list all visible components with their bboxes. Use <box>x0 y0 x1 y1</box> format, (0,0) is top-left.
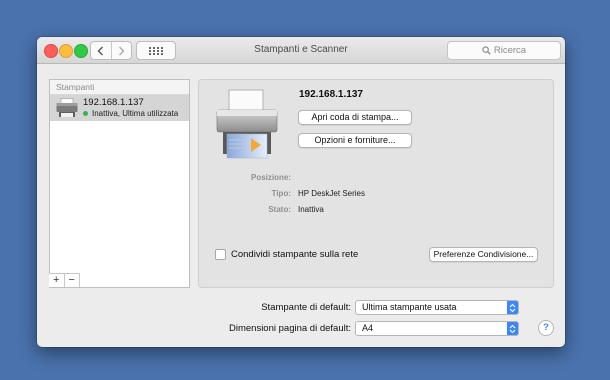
share-printer-option[interactable]: Condividi stampante sulla rete <box>215 249 358 260</box>
default-printer-select[interactable]: Ultima stampante usata <box>355 300 519 315</box>
add-printer-button[interactable]: + <box>49 274 64 287</box>
printer-icon <box>56 98 78 117</box>
printer-list-item[interactable]: 192.168.1.137 Inattiva, Ultima utilizzat… <box>50 95 189 121</box>
share-label: Condividi stampante sulla rete <box>231 249 359 260</box>
position-label: Posizione: <box>250 173 291 182</box>
state-label: Stato: <box>268 205 291 214</box>
open-print-queue-button[interactable]: Apri coda di stampa... <box>298 110 412 125</box>
help-button[interactable]: ? <box>538 320 554 336</box>
status-dot <box>83 111 88 116</box>
default-printer-label: Stampante di default: <box>261 302 351 313</box>
updown-arrows-icon <box>507 322 518 335</box>
share-checkbox[interactable] <box>215 249 226 260</box>
type-value: HP DeskJet Series <box>298 189 365 198</box>
type-label: Tipo: <box>271 189 291 198</box>
updown-arrows-icon <box>507 301 518 314</box>
sharing-preferences-button[interactable]: Preferenze Condivisione... <box>429 247 538 262</box>
paper-size-select[interactable]: A4 <box>355 321 519 336</box>
search-icon <box>482 46 491 55</box>
printers-window: Stampanti e Scanner Ricerca Stampanti 19… <box>37 37 565 347</box>
default-printer-value: Ultima stampante usata <box>362 302 457 312</box>
printer-status: Inattiva, Ultima utilizzata <box>83 109 178 118</box>
titlebar: Stampanti e Scanner Ricerca <box>37 37 565 64</box>
printer-large-icon <box>216 89 278 159</box>
add-remove-bar: + − <box>49 273 80 287</box>
printer-list-header: Stampanti <box>50 80 189 95</box>
printer-list: Stampanti 192.168.1.137 Inattiva, Ultima… <box>49 79 190 288</box>
search-placeholder: Ricerca <box>493 45 527 56</box>
paper-size-value: A4 <box>362 323 374 333</box>
printer-detail-panel: 192.168.1.137 Apri coda di stampa... Opz… <box>198 79 554 288</box>
state-value: Inattiva <box>298 205 324 214</box>
paper-size-label: Dimensioni pagina di default: <box>229 323 351 334</box>
remove-printer-button[interactable]: − <box>63 274 80 287</box>
options-supplies-button[interactable]: Opzioni e forniture... <box>298 133 412 148</box>
printer-title: 192.168.1.137 <box>299 89 363 100</box>
printer-name: 192.168.1.137 <box>83 97 144 108</box>
search-input[interactable]: Ricerca <box>447 41 561 60</box>
printer-status-text: Inattiva, Ultima utilizzata <box>92 109 179 118</box>
